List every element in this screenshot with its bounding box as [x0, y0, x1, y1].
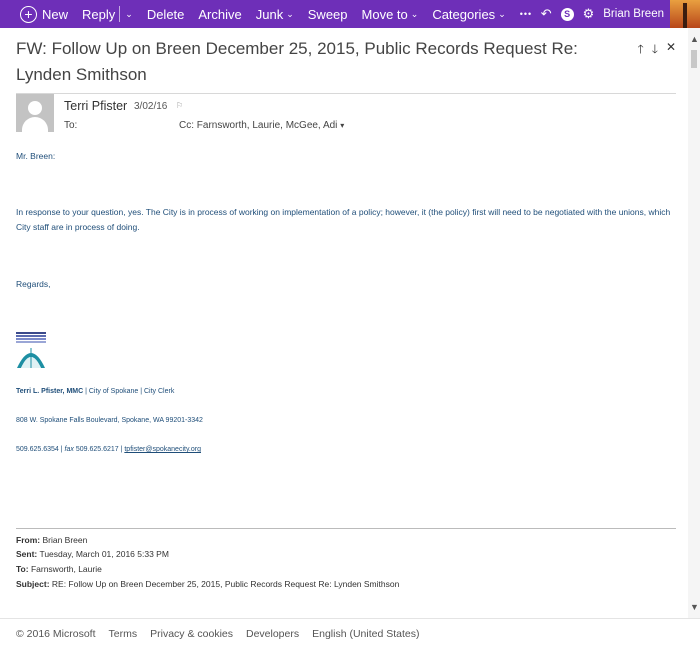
forwarded-from-value: Brian Breen: [40, 535, 88, 545]
plus-circle-icon: +: [20, 5, 37, 23]
cc-text: Cc: Farnsworth, Laurie, McGee, Adi: [179, 120, 338, 131]
forwarded-subject-label: Subject:: [16, 579, 50, 589]
more-icon: •••: [519, 9, 533, 19]
message-salutation: Mr. Breen:: [16, 151, 56, 161]
message-navigation: 🡑 🡓 ✕: [637, 40, 676, 61]
sweep-button[interactable]: Sweep: [301, 0, 355, 28]
skype-icon[interactable]: S: [560, 7, 574, 21]
forwarded-sent-value: Tuesday, March 01, 2016 5:33 PM: [37, 549, 169, 559]
account-area: ↶ S ⚙ Brian Breen: [541, 0, 700, 28]
forwarded-to: To: Farnsworth, Laurie: [16, 564, 102, 574]
categories-label: Categories: [432, 6, 496, 22]
archive-button[interactable]: Archive: [191, 0, 248, 28]
avatar-head: [28, 101, 42, 115]
new-button[interactable]: + New: [0, 0, 75, 28]
chevron-down-icon[interactable]: ⌄: [125, 9, 133, 20]
forwarded-subject: Subject: RE: Follow Up on Breen December…: [16, 579, 399, 589]
delete-label: Delete: [146, 6, 185, 22]
scroll-up-icon[interactable]: ▲: [690, 34, 699, 44]
reading-pane: FW: Follow Up on Breen December 25, 2015…: [0, 28, 688, 618]
forward-divider: [16, 528, 676, 529]
signature-name-bold: Terri L. Pfister, MMC: [16, 388, 84, 395]
undo-icon[interactable]: ↶: [541, 6, 552, 22]
categories-button[interactable]: Categories ⌄: [425, 0, 512, 28]
cc-line: Cc: Farnsworth, Laurie, McGee, Adi ▾: [179, 120, 344, 131]
copyright-text: © 2016 Microsoft: [16, 627, 96, 640]
signature-name: Terri L. Pfister, MMC | City of Spokane …: [16, 388, 174, 395]
signature-email-link[interactable]: tpfister@spokanecity.org: [124, 446, 201, 453]
message-subject: FW: Follow Up on Breen December 25, 2015…: [16, 39, 578, 84]
reply-label: Reply: [82, 6, 116, 22]
flag-icon[interactable]: ⚐: [176, 101, 183, 110]
forwarded-subject-value: RE: Follow Up on Breen December 25, 2015…: [49, 579, 400, 589]
expand-recipients-icon[interactable]: ▾: [340, 121, 344, 130]
avatar-body: [22, 117, 48, 132]
chevron-down-icon: ⌄: [498, 8, 506, 19]
subject-divider: [16, 93, 676, 94]
chevron-down-icon: ⌄: [286, 8, 294, 19]
user-name[interactable]: Brian Breen: [603, 8, 664, 20]
signature-title: | City of Spokane | City Clerk: [83, 388, 175, 395]
signature-fax: 509.625.6217 |: [73, 446, 125, 453]
page-footer: © 2016 Microsoft Terms Privacy & cookies…: [0, 618, 700, 648]
forwarded-to-value: Farnsworth, Laurie: [28, 564, 102, 574]
message-regards: Regards,: [16, 279, 51, 289]
city-logo: [16, 332, 46, 368]
signature-phone: 509.625.6354 |: [16, 446, 65, 453]
forwarded-sent: Sent: Tuesday, March 01, 2016 5:33 PM: [16, 549, 169, 559]
sent-date: 3/02/16: [134, 101, 168, 112]
close-icon[interactable]: ✕: [666, 40, 676, 61]
command-bar: + New Reply ⌄ Delete Archive Junk ⌄ Swee…: [0, 0, 700, 28]
developers-link[interactable]: Developers: [246, 628, 299, 640]
vertical-scrollbar[interactable]: ▲ ▼: [688, 28, 700, 618]
sender-avatar[interactable]: [16, 94, 54, 132]
archive-label: Archive: [198, 6, 242, 22]
more-actions-button[interactable]: •••: [513, 0, 539, 28]
junk-label: Junk: [255, 6, 284, 22]
new-label: New: [42, 6, 69, 22]
forwarded-to-label: To:: [16, 564, 29, 574]
sender-name[interactable]: Terri Pfister: [64, 99, 127, 113]
sweep-label: Sweep: [307, 6, 348, 22]
gear-icon[interactable]: ⚙: [583, 6, 595, 22]
scrollbar-thumb[interactable]: [691, 50, 697, 68]
move-to-button[interactable]: Move to ⌄: [355, 0, 426, 28]
delete-button[interactable]: Delete: [140, 0, 192, 28]
move-to-label: Move to: [361, 6, 408, 22]
forwarded-from: From: Brian Breen: [16, 535, 87, 545]
signature-contact: 509.625.6354 | fax 509.625.6217 | tpfist…: [16, 446, 201, 453]
user-avatar[interactable]: [670, 0, 700, 28]
scroll-down-icon[interactable]: ▼: [690, 602, 699, 612]
forwarded-sent-label: Sent:: [16, 549, 38, 559]
language-link[interactable]: English (United States): [312, 628, 419, 640]
to-line: To:: [64, 120, 78, 131]
privacy-link[interactable]: Privacy & cookies: [150, 628, 233, 640]
reply-divider: [119, 6, 121, 22]
signature-address: 808 W. Spokane Falls Boulevard, Spokane,…: [16, 417, 203, 424]
terms-link[interactable]: Terms: [109, 628, 138, 640]
message-paragraph: In response to your question, yes. The C…: [16, 207, 671, 232]
junk-button[interactable]: Junk ⌄: [249, 0, 301, 28]
arrow-up-icon[interactable]: 🡑: [637, 40, 643, 61]
reply-button[interactable]: Reply ⌄: [75, 0, 140, 28]
avatar-spire: [683, 3, 687, 28]
signature-fax-label: fax: [64, 446, 74, 453]
chevron-down-icon: ⌄: [410, 8, 419, 19]
forwarded-from-label: From:: [16, 535, 41, 545]
arrow-down-icon[interactable]: 🡓: [652, 40, 658, 61]
